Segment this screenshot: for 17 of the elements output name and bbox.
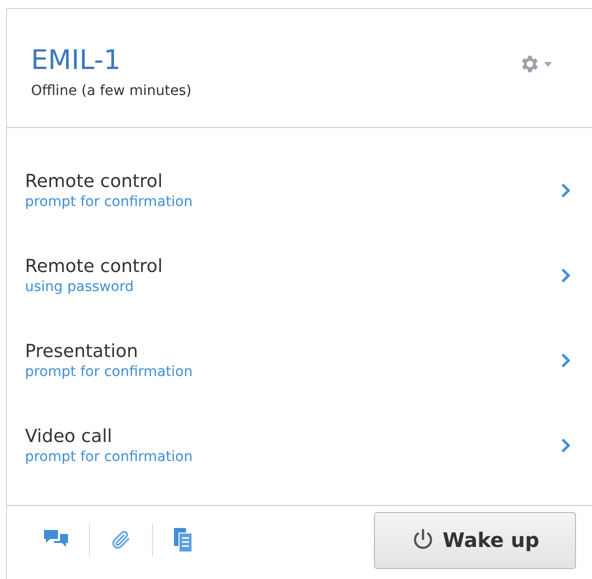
device-status: Offline (a few minutes) [31, 83, 192, 99]
action-title[interactable]: Presentation [25, 340, 193, 362]
action-title[interactable]: Video call [25, 426, 193, 448]
chevron-right-icon[interactable] [561, 268, 570, 283]
action-subtitle: prompt for confirmation [25, 192, 193, 210]
action-title[interactable]: Remote control [25, 170, 193, 192]
chevron-right-icon[interactable] [561, 353, 570, 368]
documents-icon [173, 527, 193, 553]
action-subtitle: prompt for confirmation [25, 362, 193, 380]
chevron-right-icon[interactable] [561, 438, 570, 453]
chevron-right-icon[interactable] [561, 183, 570, 198]
action-subtitle: prompt for confirmation [25, 448, 193, 466]
device-name: EMIL-1 [31, 45, 122, 77]
wake-up-button[interactable]: Wake up [374, 512, 576, 568]
action-title[interactable]: Remote control [25, 256, 163, 278]
action-subtitle: using password [25, 278, 135, 296]
caret-icon [544, 62, 552, 66]
